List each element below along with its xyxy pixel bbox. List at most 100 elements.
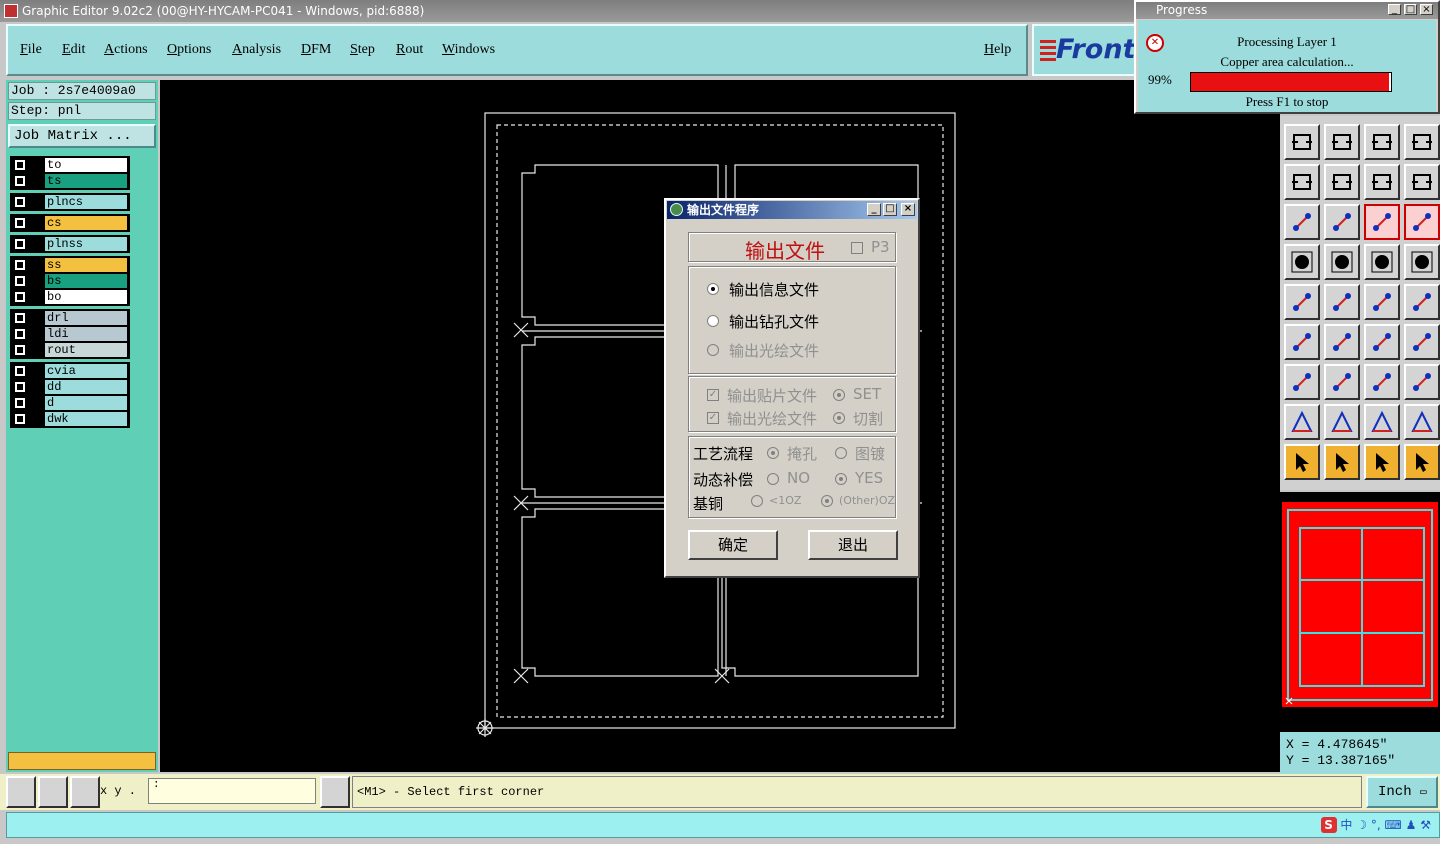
- layer-checkbox[interactable]: [15, 239, 25, 249]
- maximize-button[interactable]: □: [883, 203, 897, 216]
- layer-checkbox[interactable]: [15, 313, 25, 323]
- menu-windows[interactable]: Windows: [442, 42, 495, 58]
- arc-icon[interactable]: [1364, 324, 1400, 360]
- menu-actions[interactable]: Actions: [104, 42, 148, 58]
- p3-checkbox[interactable]: [851, 242, 863, 254]
- layer-checkbox[interactable]: [15, 414, 25, 424]
- minimap[interactable]: [1280, 492, 1440, 732]
- layer-row[interactable]: ss: [11, 257, 129, 273]
- cross-delete-icon[interactable]: [1324, 284, 1360, 320]
- menu-help[interactable]: Help: [984, 42, 1011, 58]
- layer-checkbox[interactable]: [15, 398, 25, 408]
- layer-name[interactable]: d: [45, 396, 127, 410]
- layer-checkbox[interactable]: [15, 345, 25, 355]
- minimize-button[interactable]: _: [867, 203, 881, 216]
- zoom-center-icon[interactable]: [1324, 164, 1360, 200]
- snap-settings-icon[interactable]: [1284, 204, 1320, 240]
- layer-name[interactable]: drl: [45, 311, 127, 325]
- menu-file[interactable]: File: [20, 42, 42, 58]
- select-diamond-icon[interactable]: [1364, 444, 1400, 480]
- progress-close-button[interactable]: ×: [1420, 4, 1433, 15]
- undo-zoom-icon[interactable]: [1364, 124, 1400, 160]
- status-tool-button-2[interactable]: [38, 776, 68, 808]
- layer-checkbox[interactable]: [15, 218, 25, 228]
- radio-output-drill[interactable]: [707, 315, 719, 327]
- triangle-4-icon[interactable]: [1404, 404, 1440, 440]
- zoom-back-icon[interactable]: [1284, 124, 1320, 160]
- grid-icon[interactable]: [1324, 204, 1360, 240]
- progress-minimize-button[interactable]: _: [1388, 4, 1401, 15]
- status-tool-button-3[interactable]: [70, 776, 100, 808]
- layer-name[interactable]: cvia: [45, 364, 127, 378]
- zoom-1to1-icon[interactable]: [1364, 164, 1400, 200]
- layer-row[interactable]: cs: [11, 215, 129, 231]
- exit-button[interactable]: 退出: [808, 530, 898, 560]
- layer-row[interactable]: rout: [11, 342, 129, 358]
- layer-checkbox[interactable]: [15, 366, 25, 376]
- select-box-icon[interactable]: [1324, 444, 1360, 480]
- command-input[interactable]: :: [148, 778, 316, 804]
- layer-row[interactable]: drl: [11, 310, 129, 326]
- layer-row[interactable]: dd: [11, 379, 129, 395]
- layer-checkbox[interactable]: [15, 176, 25, 186]
- layer-name[interactable]: bo: [45, 290, 127, 304]
- zoom-fit-icon[interactable]: [1284, 164, 1320, 200]
- layer-name[interactable]: rout: [45, 343, 127, 357]
- select-pointer-icon[interactable]: [1284, 444, 1320, 480]
- close-button[interactable]: ×: [901, 203, 915, 216]
- layer-name[interactable]: dd: [45, 380, 127, 394]
- menu-step[interactable]: Step: [350, 42, 375, 58]
- layer-row[interactable]: dwk: [11, 411, 129, 427]
- angle-icon[interactable]: [1284, 324, 1320, 360]
- layer-row[interactable]: cvia: [11, 363, 129, 379]
- surface-icon[interactable]: [1324, 244, 1360, 280]
- layer-row[interactable]: bo: [11, 289, 129, 305]
- triangle-2-icon[interactable]: [1324, 404, 1360, 440]
- radio-output-drill-label[interactable]: 输出钻孔文件: [729, 311, 819, 332]
- status-tool-button-4[interactable]: [320, 776, 350, 808]
- layer-name[interactable]: ldi: [45, 327, 127, 341]
- shapes-icon[interactable]: [1404, 364, 1440, 400]
- layer-row[interactable]: ts: [11, 173, 129, 189]
- connect-icon[interactable]: [1284, 284, 1320, 320]
- status-tool-button-1[interactable]: [6, 776, 36, 808]
- layer-name[interactable]: cs: [45, 216, 127, 230]
- ime-mode[interactable]: 中: [1340, 818, 1352, 832]
- line-add-icon[interactable]: [1364, 284, 1400, 320]
- layer-checkbox[interactable]: [15, 382, 25, 392]
- layer-checkbox[interactable]: [15, 292, 25, 302]
- ime-toolbar[interactable]: S 中 ☽ °, ⌨ ♟ ⚒: [1320, 816, 1431, 836]
- zoom-forward-icon[interactable]: [1324, 124, 1360, 160]
- layer-row[interactable]: plncs: [11, 194, 129, 210]
- slope-icon[interactable]: [1324, 324, 1360, 360]
- copy-pad-icon[interactable]: [1284, 364, 1320, 400]
- measure-icon[interactable]: [1364, 244, 1400, 280]
- line-move-icon[interactable]: [1404, 284, 1440, 320]
- mirror-icon[interactable]: [1404, 324, 1440, 360]
- radio-output-info[interactable]: [707, 283, 719, 295]
- layer-row[interactable]: d: [11, 395, 129, 411]
- layer-checkbox[interactable]: [15, 329, 25, 339]
- layer-name[interactable]: plnss: [45, 237, 127, 251]
- pad-icon[interactable]: [1284, 244, 1320, 280]
- layer-checkbox[interactable]: [15, 160, 25, 170]
- menu-options[interactable]: Options: [167, 42, 211, 58]
- layer-row[interactable]: to: [11, 157, 129, 173]
- menu-rout[interactable]: Rout: [396, 42, 423, 58]
- progress-maximize-button[interactable]: □: [1404, 4, 1417, 15]
- triangle-1-icon[interactable]: [1284, 404, 1320, 440]
- help-icon[interactable]: [1404, 164, 1440, 200]
- drill-hole-icon[interactable]: [1404, 244, 1440, 280]
- select-net-icon[interactable]: [1404, 444, 1440, 480]
- fit-width-icon[interactable]: [1364, 364, 1400, 400]
- layer-row[interactable]: ldi: [11, 326, 129, 342]
- layer-name[interactable]: dwk: [45, 412, 127, 426]
- layer-name[interactable]: bs: [45, 274, 127, 288]
- layer-checkbox[interactable]: [15, 197, 25, 207]
- menu-analysis[interactable]: Analysis: [232, 42, 281, 58]
- layer-checkbox[interactable]: [15, 260, 25, 270]
- layer-name[interactable]: to: [45, 158, 127, 172]
- layer-row[interactable]: bs: [11, 273, 129, 289]
- menu-edit[interactable]: Edit: [62, 42, 85, 58]
- layer-checkbox[interactable]: [15, 276, 25, 286]
